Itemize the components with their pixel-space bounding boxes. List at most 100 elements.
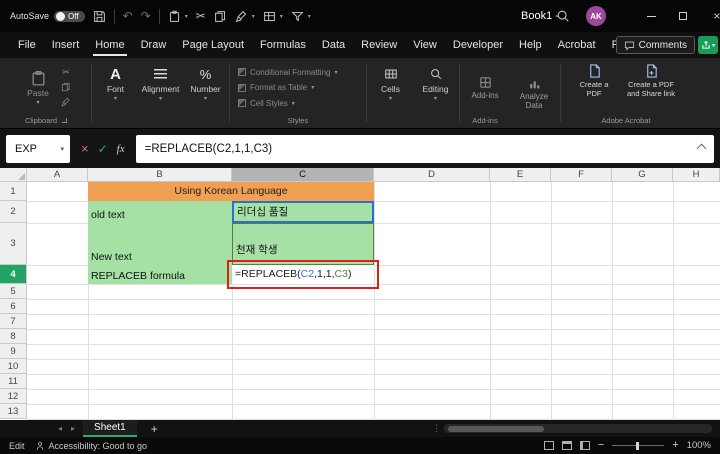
format-as-table-button[interactable]: Format as Table ▾ <box>238 83 363 92</box>
sheet-nav-right-icon[interactable]: ▸ <box>71 424 75 433</box>
insert-function-button[interactable]: fx <box>117 143 125 155</box>
row-header-9[interactable]: 9 <box>0 344 27 359</box>
row-header-1[interactable]: 1 <box>0 182 27 201</box>
add-ins-group-label: Add-ins <box>472 115 498 125</box>
page-break-view-icon[interactable] <box>579 441 590 450</box>
cells-group-button[interactable]: Cells ▾ <box>368 58 413 128</box>
analyze-data-button[interactable]: Analyze Data <box>511 61 557 126</box>
enter-button[interactable]: ✓ <box>98 143 108 155</box>
chevron-down-icon: ▾ <box>60 145 64 153</box>
zoom-in-button[interactable]: + <box>672 440 678 451</box>
cell-b3[interactable]: New text <box>88 223 232 265</box>
tab-page-layout[interactable]: Page Layout <box>174 32 252 58</box>
sort-filter-icon[interactable] <box>291 10 304 23</box>
zoom-slider[interactable] <box>612 441 665 450</box>
search-icon[interactable] <box>556 9 570 23</box>
tab-acrobat[interactable]: Acrobat <box>550 32 604 58</box>
add-ins-button[interactable]: Add-ins <box>463 61 507 114</box>
row-header-10[interactable]: 10 <box>0 359 27 374</box>
cell-styles-button[interactable]: Cell Styles ▾ <box>238 99 363 108</box>
copy-icon[interactable] <box>61 82 71 92</box>
row-header-3[interactable]: 3 <box>0 223 27 265</box>
table-icon[interactable] <box>263 10 276 23</box>
row-header-8[interactable]: 8 <box>0 329 27 344</box>
zoom-slider-thumb[interactable] <box>636 441 640 450</box>
formula-input[interactable]: =REPLACEB(C2,1,1,C3) <box>135 134 714 163</box>
formula-bar-expand-button[interactable] <box>696 143 707 154</box>
row-header-7[interactable]: 7 <box>0 314 27 329</box>
column-header-g[interactable]: G <box>612 168 673 182</box>
cell-c3[interactable]: 천재 학생 <box>232 223 374 265</box>
row-header-12[interactable]: 12 <box>0 389 27 404</box>
tab-draw[interactable]: Draw <box>133 32 175 58</box>
normal-view-icon[interactable] <box>543 441 554 450</box>
row-header-4[interactable]: 4 <box>0 265 27 284</box>
create-pdf-share-button[interactable]: Create a PDF and Share link <box>623 63 679 98</box>
cell-c2[interactable]: 리더십 품질 <box>232 201 374 223</box>
save-icon[interactable] <box>93 10 106 23</box>
column-header-f[interactable]: F <box>551 168 612 182</box>
dialog-launcher-icon[interactable] <box>62 117 68 123</box>
cell-b4[interactable]: REPLACEB formula <box>88 265 232 284</box>
avatar[interactable]: AK <box>586 6 606 26</box>
clipboard-icon[interactable] <box>168 10 181 23</box>
scrollbar-thumb[interactable] <box>448 425 544 432</box>
cut-icon[interactable]: ✂ <box>62 68 70 77</box>
sheet-grid[interactable]: A B C D E F G H 1 2 3 4 5 6 7 8 9 10 11 12 13 Using Korean La… <box>0 168 720 420</box>
horizontal-scrollbar[interactable] <box>444 424 712 433</box>
row-header-11[interactable]: 11 <box>0 374 27 389</box>
format-painter-icon[interactable] <box>61 97 71 107</box>
row-header-13[interactable]: 13 <box>0 404 27 419</box>
format-painter-icon[interactable] <box>235 10 248 23</box>
maximize-button[interactable] <box>668 0 698 32</box>
column-header-b[interactable]: B <box>88 168 232 182</box>
accessibility-status[interactable]: Accessibility: Good to go <box>35 441 147 451</box>
cell-b2[interactable]: old text <box>88 201 232 223</box>
select-all-corner[interactable] <box>0 168 27 182</box>
tab-splitter[interactable]: ⋮ <box>432 423 441 434</box>
undo-icon[interactable]: ↶ <box>123 10 133 22</box>
column-header-d[interactable]: D <box>374 168 490 182</box>
tab-developer[interactable]: Developer <box>445 32 511 58</box>
tab-data[interactable]: Data <box>314 32 353 58</box>
name-box[interactable]: EXP ▾ <box>6 134 70 163</box>
sheet-nav-left-icon[interactable]: ◂ <box>58 424 62 433</box>
row-header-5[interactable]: 5 <box>0 284 27 299</box>
create-pdf-button[interactable]: Create a PDF <box>573 63 615 98</box>
row-header-6[interactable]: 6 <box>0 299 27 314</box>
comments-button[interactable]: Comments <box>615 36 695 54</box>
tab-formulas[interactable]: Formulas <box>252 32 314 58</box>
row-header-2[interactable]: 2 <box>0 201 27 223</box>
cancel-button[interactable]: × <box>81 142 89 155</box>
zoom-out-button[interactable]: − <box>598 440 604 451</box>
minimize-button[interactable] <box>636 0 666 32</box>
page-layout-view-icon[interactable] <box>561 441 572 450</box>
copy-icon[interactable] <box>214 10 227 23</box>
tab-help[interactable]: Help <box>511 32 550 58</box>
column-header-a[interactable]: A <box>27 168 88 182</box>
editing-group-button[interactable]: Editing ▾ <box>413 58 458 128</box>
cell-title-merged[interactable]: Using Korean Language <box>88 182 374 201</box>
redo-icon[interactable]: ↷ <box>141 10 151 22</box>
autosave-toggle[interactable]: AutoSave Off <box>10 10 85 22</box>
column-header-c[interactable]: C <box>232 168 374 182</box>
cut-icon[interactable]: ✂ <box>196 10 206 22</box>
column-header-e[interactable]: E <box>490 168 551 182</box>
sheet-tab-sheet1[interactable]: Sheet1 <box>83 420 137 437</box>
number-group-button[interactable]: % Number ▾ <box>183 58 228 128</box>
cell-c4[interactable]: =REPLACEB(C2,1,1, C3) <box>232 265 374 284</box>
tab-view[interactable]: View <box>405 32 445 58</box>
tab-insert[interactable]: Insert <box>44 32 88 58</box>
accessibility-person-icon <box>36 441 43 450</box>
tab-home[interactable]: Home <box>87 32 132 58</box>
column-header-h[interactable]: H <box>673 168 720 182</box>
font-group-button[interactable]: A Font ▾ <box>93 58 138 128</box>
close-button[interactable]: × <box>702 0 720 32</box>
paste-button[interactable]: Paste ▾ <box>21 61 55 114</box>
share-button[interactable]: ▾ <box>698 36 718 54</box>
tab-file[interactable]: File <box>10 32 44 58</box>
conditional-formatting-button[interactable]: Conditional Formatting ▾ <box>238 68 363 77</box>
add-sheet-button[interactable]: + <box>151 422 158 436</box>
alignment-group-button[interactable]: Alignment ▾ <box>138 58 183 128</box>
tab-review[interactable]: Review <box>353 32 405 58</box>
